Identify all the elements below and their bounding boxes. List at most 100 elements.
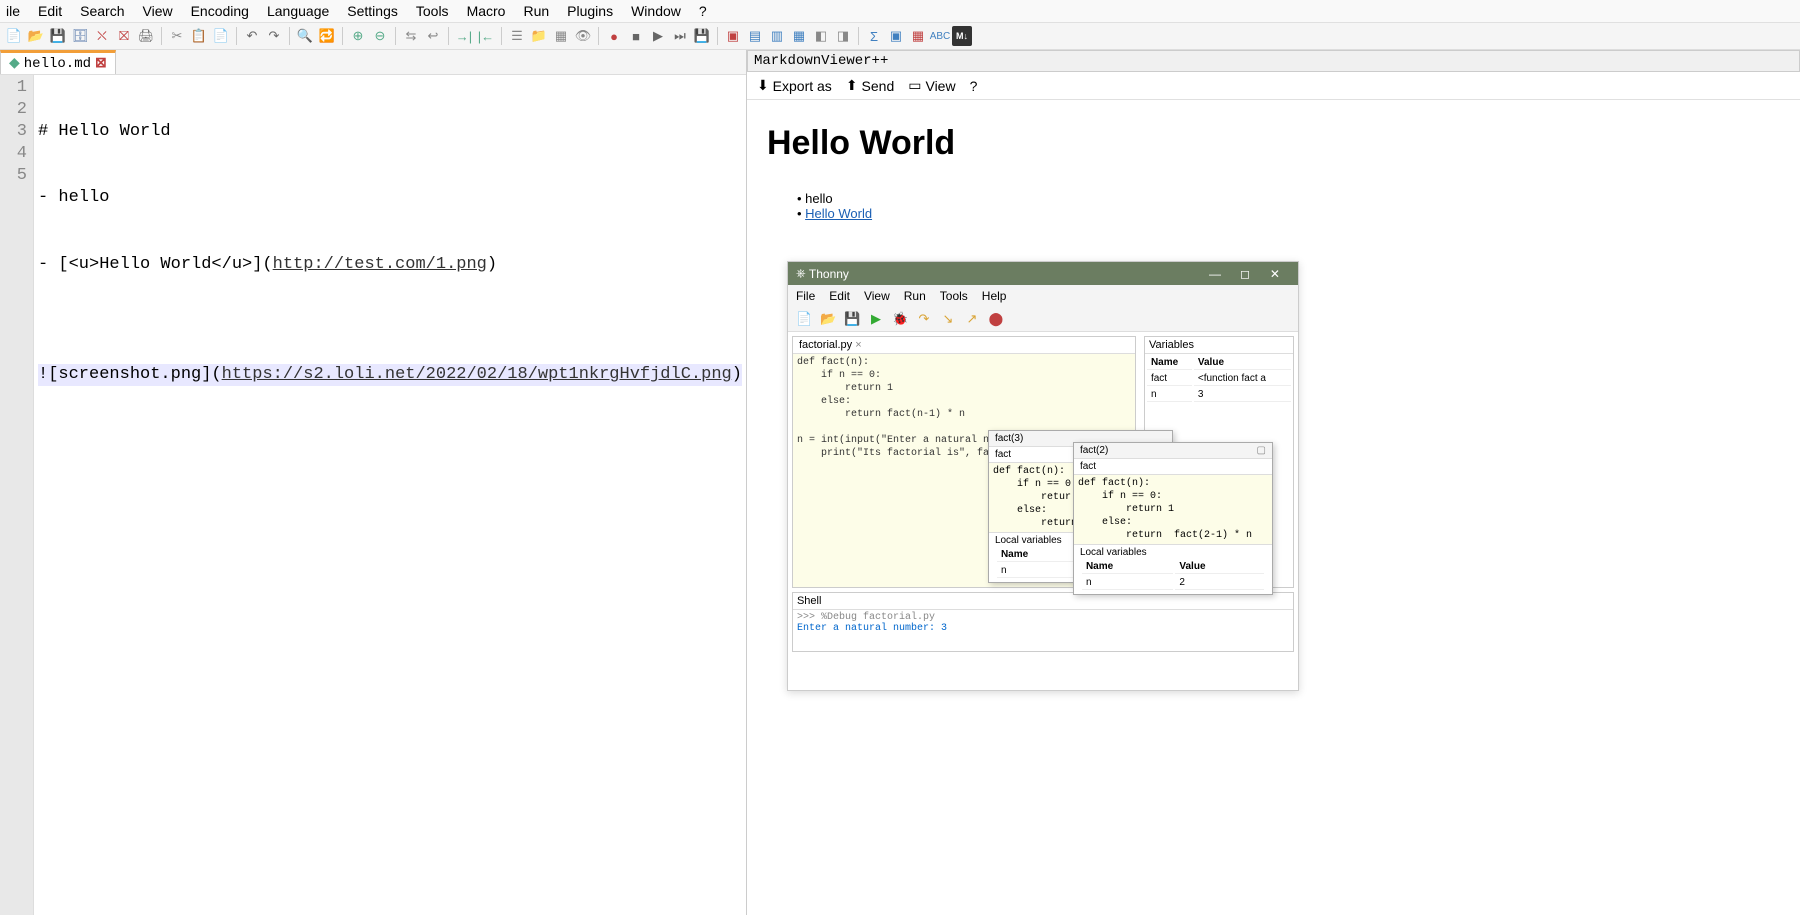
- menu-edit[interactable]: Edit: [38, 3, 62, 19]
- monitor-icon[interactable]: 👁: [573, 26, 593, 46]
- step-into-icon[interactable]: ↘: [940, 311, 956, 327]
- menu-file[interactable]: ile: [6, 3, 20, 19]
- menu-tools[interactable]: Tools: [416, 3, 449, 19]
- spellcheck-icon[interactable]: ABC: [930, 26, 950, 46]
- stop-icon[interactable]: ■: [626, 26, 646, 46]
- upload-icon: ⬆: [846, 77, 858, 94]
- minimize-icon[interactable]: —: [1200, 267, 1230, 281]
- maximize-icon[interactable]: ◻: [1230, 267, 1260, 281]
- new-icon[interactable]: 📄: [796, 311, 812, 327]
- code-url[interactable]: https://s2.loli.net/2022/02/18/wpt1nkrgH…: [222, 365, 732, 384]
- close-tab-icon[interactable]: ⊠: [95, 55, 107, 72]
- code-line[interactable]: - hello: [38, 187, 742, 209]
- find-icon[interactable]: 🔍: [295, 26, 315, 46]
- thonny-menu-item[interactable]: File: [796, 289, 815, 303]
- menu-language[interactable]: Language: [267, 3, 329, 19]
- debug-frame-window[interactable]: fact(2)▢ fact def fact(n): if n == 0: re…: [1073, 442, 1273, 595]
- thonny-menu-item[interactable]: Tools: [940, 289, 968, 303]
- indent-icon[interactable]: →|: [454, 26, 474, 46]
- plugin-icon[interactable]: ▦: [789, 26, 809, 46]
- step-out-icon[interactable]: ↗: [964, 311, 980, 327]
- outdent-icon[interactable]: |←: [476, 26, 496, 46]
- separator: [448, 27, 449, 45]
- thonny-toolbar: 📄 📂 💾 ▶ 🐞 ↷ ↘ ↗ ⬤: [788, 307, 1298, 332]
- separator: [161, 27, 162, 45]
- thonny-menu-item[interactable]: View: [864, 289, 890, 303]
- thonny-file-tab[interactable]: factorial.py ×: [793, 337, 1135, 354]
- run-icon[interactable]: ▶: [868, 311, 884, 327]
- save-macro-icon[interactable]: 💾: [692, 26, 712, 46]
- doc-map-icon[interactable]: ▦: [551, 26, 571, 46]
- sigma-icon[interactable]: Σ: [864, 26, 884, 46]
- menu-encoding[interactable]: Encoding: [191, 3, 249, 19]
- new-file-icon[interactable]: 📄: [4, 26, 24, 46]
- help-button[interactable]: ?: [970, 77, 978, 94]
- menu-view[interactable]: View: [143, 3, 173, 19]
- preview-link[interactable]: Hello World: [805, 206, 872, 221]
- sync-icon[interactable]: ⇆: [401, 26, 421, 46]
- close-tab-icon[interactable]: ×: [855, 339, 861, 351]
- view-button[interactable]: ▭View: [908, 77, 955, 94]
- code-line[interactable]: # Hello World: [38, 121, 742, 143]
- code-editor[interactable]: 1 2 3 4 5 # Hello World - hello - [<u>He…: [0, 75, 746, 915]
- undo-icon[interactable]: ↶: [242, 26, 262, 46]
- thonny-menu-item[interactable]: Run: [904, 289, 926, 303]
- cut-icon[interactable]: ✂: [167, 26, 187, 46]
- code-line[interactable]: ![screenshot.png](https://s2.loli.net/20…: [38, 364, 742, 386]
- copy-icon[interactable]: 📋: [189, 26, 209, 46]
- menu-settings[interactable]: Settings: [347, 3, 398, 19]
- redo-icon[interactable]: ↷: [264, 26, 284, 46]
- close-all-icon[interactable]: ⛝: [114, 26, 134, 46]
- separator: [598, 27, 599, 45]
- plugin-icon[interactable]: ◨: [833, 26, 853, 46]
- open-icon[interactable]: 📂: [820, 311, 836, 327]
- code-area[interactable]: # Hello World - hello - [<u>Hello World<…: [34, 75, 746, 915]
- thonny-menu-item[interactable]: Help: [982, 289, 1007, 303]
- zoom-out-icon[interactable]: ⊖: [370, 26, 390, 46]
- plugin-icon[interactable]: ◧: [811, 26, 831, 46]
- list-item: hello: [797, 191, 1780, 206]
- paste-icon[interactable]: 📄: [211, 26, 231, 46]
- save-all-icon[interactable]: 🗄: [70, 26, 90, 46]
- folder-view-icon[interactable]: 📁: [529, 26, 549, 46]
- markdown-icon[interactable]: M↓: [952, 26, 972, 46]
- replace-icon[interactable]: 🔁: [317, 26, 337, 46]
- step-over-icon[interactable]: ↷: [916, 311, 932, 327]
- plugin-icon[interactable]: ▤: [745, 26, 765, 46]
- plugin-icon[interactable]: ▣: [886, 26, 906, 46]
- save-icon[interactable]: 💾: [844, 311, 860, 327]
- stop-icon[interactable]: ⬤: [988, 311, 1004, 327]
- export-as-button[interactable]: ⬇Export as: [757, 77, 832, 94]
- file-icon: ◆: [9, 55, 20, 72]
- close-window-icon[interactable]: ✕: [1260, 267, 1290, 281]
- save-icon[interactable]: 💾: [48, 26, 68, 46]
- file-tab[interactable]: ◆ hello.md ⊠: [0, 50, 116, 74]
- variables-title: Variables: [1145, 337, 1293, 354]
- print-icon[interactable]: 🖨: [136, 26, 156, 46]
- code-url[interactable]: http://test.com/1.png: [273, 255, 487, 274]
- plugin-icon[interactable]: ▦: [908, 26, 928, 46]
- close-icon[interactable]: ⛌: [92, 26, 112, 46]
- shell-content[interactable]: >>> %Debug factorial.py Enter a natural …: [793, 610, 1293, 636]
- menu-macro[interactable]: Macro: [467, 3, 506, 19]
- function-list-icon[interactable]: ☰: [507, 26, 527, 46]
- open-folder-icon[interactable]: 📂: [26, 26, 46, 46]
- record-icon[interactable]: ●: [604, 26, 624, 46]
- fastplay-icon[interactable]: ⏭: [670, 26, 690, 46]
- close-icon[interactable]: ▢: [1256, 445, 1265, 456]
- play-icon[interactable]: ▶: [648, 26, 668, 46]
- thonny-menu-item[interactable]: Edit: [829, 289, 850, 303]
- col-value: Value: [1194, 356, 1291, 370]
- menu-search[interactable]: Search: [80, 3, 124, 19]
- menu-run[interactable]: Run: [523, 3, 549, 19]
- plugin-icon[interactable]: ▥: [767, 26, 787, 46]
- send-button[interactable]: ⬆Send: [846, 77, 894, 94]
- menu-help[interactable]: ?: [699, 3, 707, 19]
- zoom-in-icon[interactable]: ⊕: [348, 26, 368, 46]
- plugin-icon[interactable]: ▣: [723, 26, 743, 46]
- menu-window[interactable]: Window: [631, 3, 681, 19]
- menu-plugins[interactable]: Plugins: [567, 3, 613, 19]
- code-line[interactable]: - [<u>Hello World</u>](http://test.com/1…: [38, 254, 742, 276]
- wrap-icon[interactable]: ↩: [423, 26, 443, 46]
- debug-icon[interactable]: 🐞: [892, 311, 908, 327]
